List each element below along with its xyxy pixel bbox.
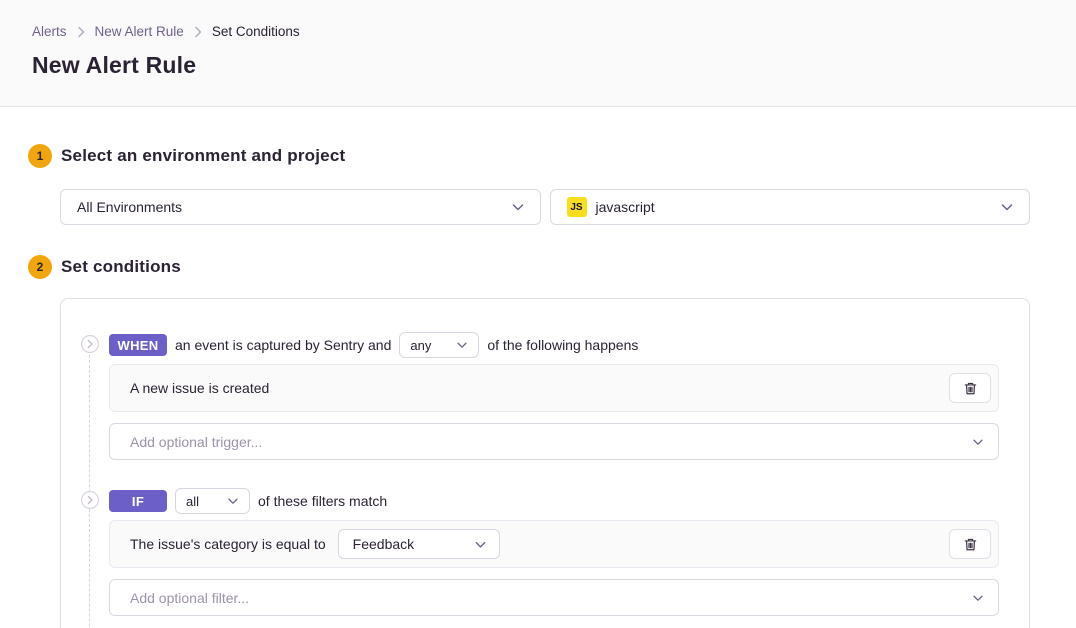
section-conditions-header: 2 Set conditions bbox=[28, 255, 1076, 279]
add-filter-select[interactable]: Add optional filter... bbox=[109, 579, 999, 616]
if-match-select[interactable]: all bbox=[175, 488, 250, 514]
when-body: WHEN an event is captured by Sentry and … bbox=[109, 333, 999, 460]
breadcrumb-item-new-alert-rule[interactable]: New Alert Rule bbox=[95, 24, 184, 39]
if-badge: IF bbox=[109, 490, 167, 512]
when-match-select[interactable]: any bbox=[399, 332, 479, 358]
environment-project-row: All Environments JS javascript bbox=[60, 189, 1030, 225]
category-value-select[interactable]: Feedback bbox=[338, 529, 500, 559]
breadcrumb: Alerts New Alert Rule Set Conditions bbox=[32, 24, 1044, 39]
delete-filter-button[interactable] bbox=[949, 529, 991, 559]
when-match-value: any bbox=[410, 338, 431, 353]
step-2-badge: 2 bbox=[28, 255, 52, 279]
trash-icon bbox=[963, 381, 978, 396]
chevron-down-icon bbox=[473, 537, 488, 552]
trash-icon bbox=[963, 537, 978, 552]
when-sentence: WHEN an event is captured by Sentry and … bbox=[109, 333, 999, 357]
chevron-right-icon bbox=[77, 26, 85, 38]
section-conditions-title: Set conditions bbox=[61, 257, 181, 277]
if-rail bbox=[61, 489, 109, 616]
when-group: WHEN an event is captured by Sentry and … bbox=[61, 333, 999, 460]
if-sentence: IF all of these filters match bbox=[109, 489, 999, 513]
filter-row-label: The issue's category is equal to bbox=[130, 536, 326, 552]
project-select[interactable]: JS javascript bbox=[550, 189, 1031, 225]
section-environment-title: Select an environment and project bbox=[61, 146, 345, 166]
add-filter-placeholder: Add optional filter... bbox=[130, 590, 249, 606]
if-text-after: of these filters match bbox=[258, 493, 387, 509]
add-trigger-select[interactable]: Add optional trigger... bbox=[109, 423, 999, 460]
when-rail bbox=[61, 333, 109, 460]
chevron-down-icon bbox=[999, 199, 1015, 215]
circle-chevron-icon bbox=[81, 335, 99, 353]
if-match-value: all bbox=[186, 494, 199, 509]
trigger-row-label: A new issue is created bbox=[130, 380, 949, 396]
page-header: Alerts New Alert Rule Set Conditions New… bbox=[0, 0, 1076, 107]
conditions-card: WHEN an event is captured by Sentry and … bbox=[60, 298, 1030, 628]
chevron-down-icon bbox=[510, 199, 526, 215]
environment-select[interactable]: All Environments bbox=[60, 189, 541, 225]
chevron-down-icon bbox=[455, 338, 469, 352]
main-content: 1 Select an environment and project All … bbox=[0, 144, 1076, 628]
when-badge: WHEN bbox=[109, 334, 167, 356]
chevron-right-icon bbox=[194, 26, 202, 38]
if-body: IF all of these filters match The issue'… bbox=[109, 489, 999, 616]
delete-trigger-button[interactable] bbox=[949, 373, 991, 403]
page-title: New Alert Rule bbox=[32, 52, 1044, 79]
breadcrumb-item-alerts[interactable]: Alerts bbox=[32, 24, 67, 39]
step-1-badge: 1 bbox=[28, 144, 52, 168]
when-text-after: of the following happens bbox=[487, 337, 638, 353]
filter-row: The issue's category is equal to Feedbac… bbox=[109, 520, 999, 568]
js-platform-icon: JS bbox=[567, 197, 587, 217]
environment-select-value: All Environments bbox=[77, 199, 510, 215]
trigger-row: A new issue is created bbox=[109, 364, 999, 412]
section-environment-header: 1 Select an environment and project bbox=[28, 144, 1076, 168]
chevron-down-icon bbox=[971, 435, 985, 449]
chevron-down-icon bbox=[971, 591, 985, 605]
category-value: Feedback bbox=[353, 536, 414, 552]
breadcrumb-item-set-conditions: Set Conditions bbox=[212, 24, 300, 39]
chevron-down-icon bbox=[226, 494, 240, 508]
if-group: IF all of these filters match The issue'… bbox=[61, 489, 999, 616]
add-trigger-placeholder: Add optional trigger... bbox=[130, 434, 262, 450]
when-text-before: an event is captured by Sentry and bbox=[175, 337, 391, 353]
project-select-value: javascript bbox=[596, 199, 1000, 215]
circle-chevron-icon bbox=[81, 491, 99, 509]
